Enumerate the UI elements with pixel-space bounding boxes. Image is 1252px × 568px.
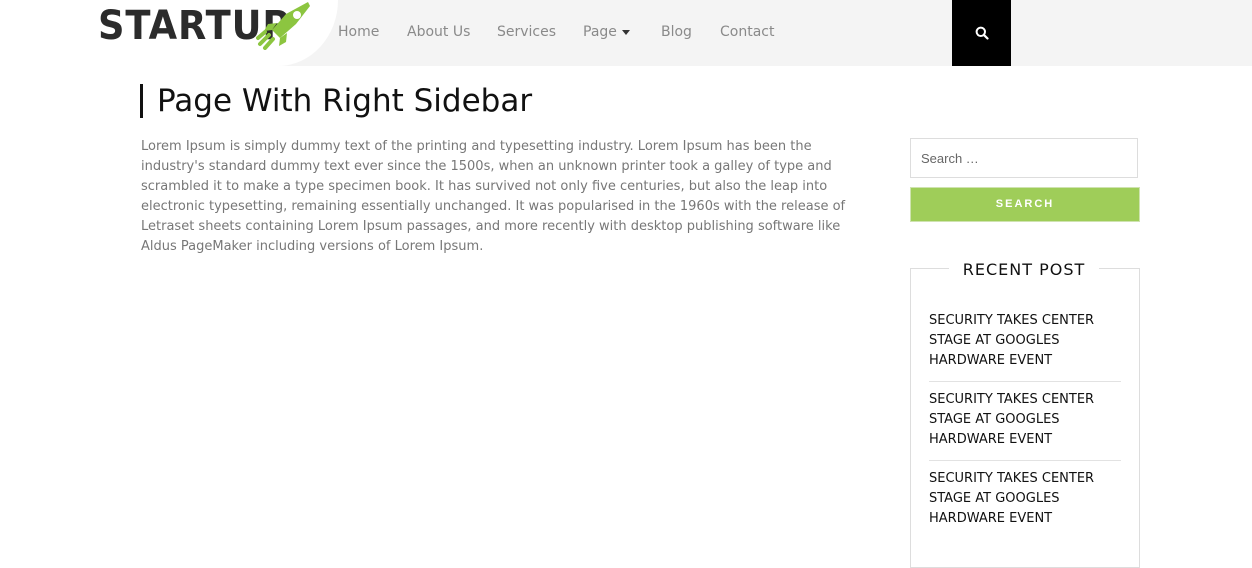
page-title: Page With Right Sidebar: [140, 84, 532, 118]
post-divider: [929, 381, 1121, 382]
rocket-icon: [256, 2, 310, 50]
recent-posts-title: RECENT POST: [949, 258, 1099, 282]
page-body-text: Lorem Ipsum is simply dummy text of the …: [141, 139, 846, 254]
sidebar-search-input[interactable]: [910, 138, 1138, 178]
nav-page-dropdown[interactable]: Page: [583, 22, 630, 42]
nav-about-us[interactable]: About Us: [407, 22, 470, 42]
search-icon: [975, 26, 989, 40]
header-search-button[interactable]: [952, 0, 1011, 66]
sidebar-search-button[interactable]: SEARCH: [910, 187, 1140, 222]
nav-blog[interactable]: Blog: [661, 22, 692, 42]
caret-down-icon: [621, 29, 630, 35]
nav-home[interactable]: Home: [338, 22, 379, 42]
nav-services[interactable]: Services: [497, 22, 556, 42]
post-divider: [929, 460, 1121, 461]
nav-contact[interactable]: Contact: [720, 22, 774, 42]
nav-page-label: Page: [583, 24, 617, 40]
recent-post-link[interactable]: SECURITY TAKES CENTER STAGE AT GOOGLES H…: [929, 311, 1121, 371]
recent-post-link[interactable]: SECURITY TAKES CENTER STAGE AT GOOGLES H…: [929, 469, 1121, 529]
recent-post-link[interactable]: SECURITY TAKES CENTER STAGE AT GOOGLES H…: [929, 390, 1121, 450]
logo-area[interactable]: STARTUP: [0, 0, 338, 66]
